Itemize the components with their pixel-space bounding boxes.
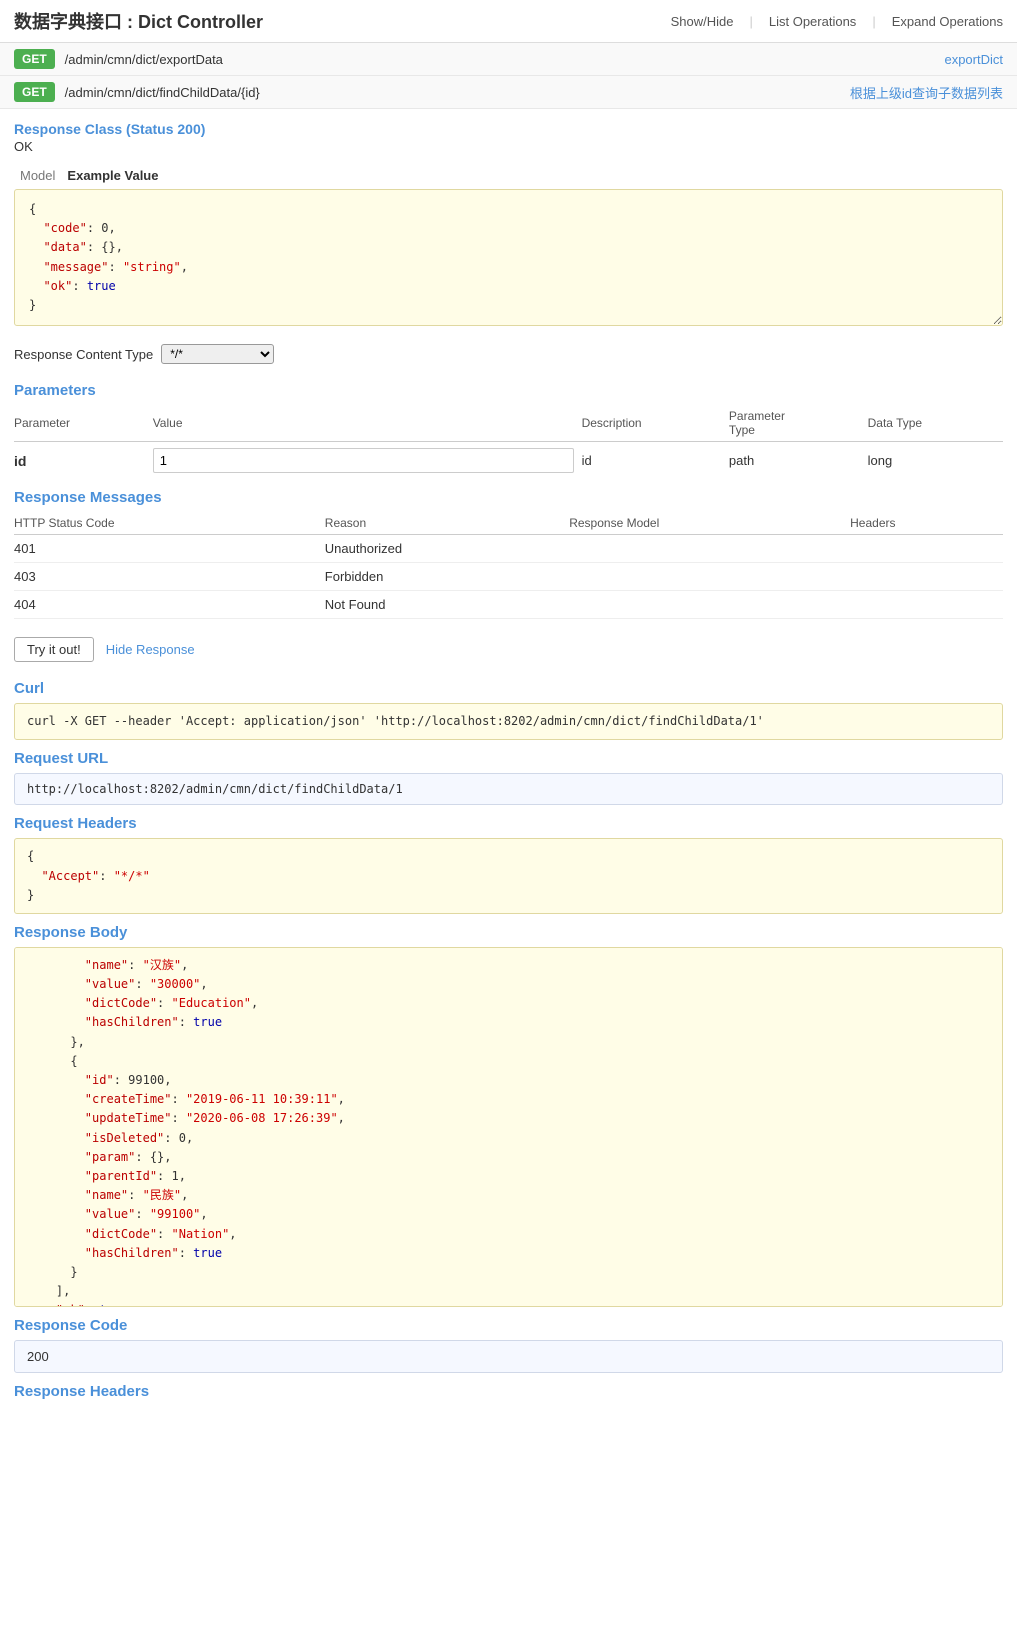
response-class-title: Response Class (Status 200) [14,121,1003,137]
tab-example-value[interactable]: Example Value [61,166,164,185]
show-hide-link[interactable]: Show/Hide [671,14,734,29]
response-messages-table: HTTP Status Code Reason Response Model H… [14,512,1003,619]
top-bar: 数据字典接口 : Dict Controller Show/Hide | Lis… [0,0,1017,43]
method-badge-get: GET [14,49,55,69]
model-404 [569,591,850,619]
status-403: 403 [14,563,325,591]
response-headers-section: Response Headers [14,1383,1003,1400]
col-param-type: ParameterType [729,405,868,442]
response-class-status: OK [14,139,1003,154]
headers-403 [850,563,1003,591]
col-description: Description [582,405,729,442]
method-badge-get2: GET [14,82,55,102]
hide-response-link[interactable]: Hide Response [106,642,195,657]
response-code-section: Response Code 200 [14,1317,1003,1373]
model-tabs: Model Example Value [14,166,1003,185]
param-id-input[interactable] [153,448,574,473]
endpoint-row-export: GET /admin/cmn/dict/exportData exportDic… [0,43,1017,76]
response-content-type-label: Response Content Type [14,347,153,362]
response-content-type-select[interactable]: */* application/json [161,344,274,364]
model-403 [569,563,850,591]
curl-section: Curl curl -X GET --header 'Accept: appli… [14,680,1003,740]
reason-401: Unauthorized [325,535,569,563]
param-name: id [14,442,153,480]
endpoint-row-findchild: GET /admin/cmn/dict/findChildData/{id} 根… [0,76,1017,109]
reason-404: Not Found [325,591,569,619]
param-desc: id [582,442,729,480]
try-it-button[interactable]: Try it out! [14,637,94,662]
table-row: 401 Unauthorized [14,535,1003,563]
response-content-type-row: Response Content Type */* application/js… [14,336,1003,372]
response-headers-heading: Response Headers [14,1383,1003,1400]
request-headers-section: Request Headers { "Accept": "*/*" } [14,815,1003,914]
request-url-heading: Request URL [14,750,1003,767]
example-value-code-box: { "code": 0, "data": {}, "message": "str… [14,189,1003,326]
request-url-section: Request URL http://localhost:8202/admin/… [14,750,1003,805]
curl-box: curl -X GET --header 'Accept: applicatio… [14,703,1003,740]
col-headers: Headers [850,512,1003,535]
parameters-table: Parameter Value Description ParameterTyp… [14,405,1003,479]
endpoint-path-export: /admin/cmn/dict/exportData [65,52,945,67]
status-404: 404 [14,591,325,619]
response-body-section: Response Body "name": "汉族", "value": "30… [14,924,1003,1307]
request-headers-heading: Request Headers [14,815,1003,832]
response-body-box: "name": "汉族", "value": "30000", "dictCod… [14,947,1003,1307]
page-title: 数据字典接口 : Dict Controller [14,8,263,34]
curl-heading: Curl [14,680,1003,697]
col-parameter: Parameter [14,405,153,442]
top-bar-actions: Show/Hide | List Operations | Expand Ope… [671,14,1003,29]
col-http-status: HTTP Status Code [14,512,325,535]
expand-operations-link[interactable]: Expand Operations [892,14,1003,29]
headers-404 [850,591,1003,619]
headers-401 [850,535,1003,563]
request-headers-box: { "Accept": "*/*" } [14,838,1003,914]
param-type: path [729,442,868,480]
try-it-row: Try it out! Hide Response [14,629,1003,670]
response-body-heading: Response Body [14,924,1003,941]
table-row: 403 Forbidden [14,563,1003,591]
list-operations-link[interactable]: List Operations [769,14,856,29]
endpoint-path-findchild: /admin/cmn/dict/findChildData/{id} [65,85,850,100]
response-code-box: 200 [14,1340,1003,1373]
parameters-heading: Parameters [14,382,1003,399]
param-value-cell [153,442,582,480]
model-401 [569,535,850,563]
data-type: long [868,442,1003,480]
col-data-type: Data Type [868,405,1003,442]
col-reason: Reason [325,512,569,535]
reason-403: Forbidden [325,563,569,591]
col-response-model: Response Model [569,512,850,535]
endpoint-desc-export: exportDict [944,52,1003,67]
endpoint-desc-findchild: 根据上级id查询子数据列表 [850,83,1003,102]
table-row: id id path long [14,442,1003,480]
tab-model[interactable]: Model [14,166,61,185]
table-row: 404 Not Found [14,591,1003,619]
status-401: 401 [14,535,325,563]
response-class-section: Response Class (Status 200) OK [14,109,1003,158]
request-url-box: http://localhost:8202/admin/cmn/dict/fin… [14,773,1003,805]
response-code-heading: Response Code [14,1317,1003,1334]
col-value: Value [153,405,582,442]
response-messages-heading: Response Messages [14,489,1003,506]
